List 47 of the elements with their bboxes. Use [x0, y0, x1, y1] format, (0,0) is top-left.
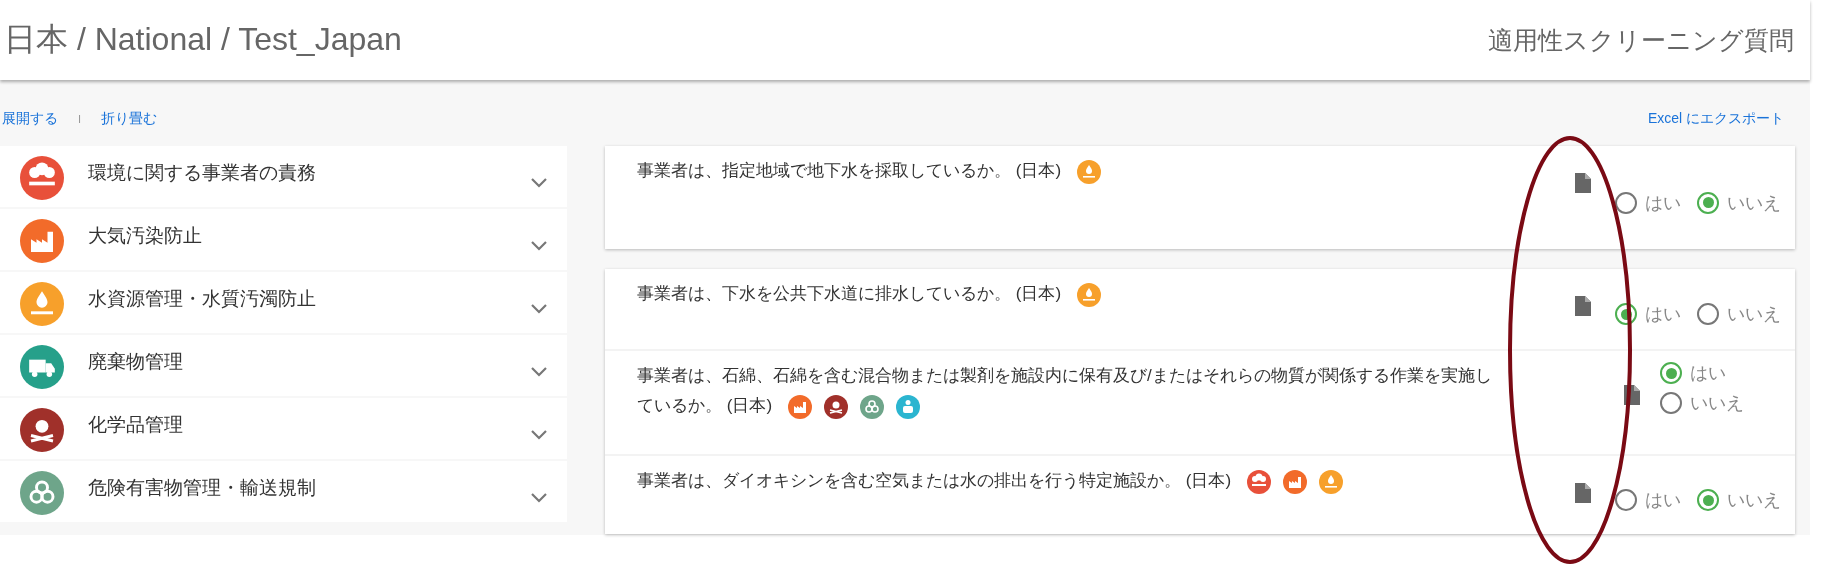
question-text: 事業者は、ダイオキシンを含む空気または水の排出を行う特定施設か。 (日本) [637, 471, 1232, 490]
chevron-icon[interactable] [531, 367, 547, 377]
radio-button[interactable] [1697, 489, 1719, 511]
category-item[interactable]: 環境に関する事業者の責務 [0, 146, 567, 207]
chevron-icon[interactable] [531, 493, 547, 503]
radio-option[interactable]: はい [1615, 279, 1681, 349]
category-label: 環境に関する事業者の責務 [88, 161, 317, 185]
radio-option[interactable]: いいえ [1697, 279, 1781, 349]
radio-option[interactable]: はい [1615, 466, 1681, 534]
question-text: 事業者は、下水を公共下水道に排水しているか。 (日本) [637, 284, 1062, 303]
radio-button[interactable] [1660, 392, 1682, 414]
category-label: 化学品管理 [88, 413, 184, 437]
chevron-icon[interactable] [531, 304, 547, 314]
category-label: 水資源管理・水質汚濁防止 [88, 287, 317, 311]
export-link[interactable]: Excel にエクスポート [1647, 110, 1784, 128]
radio-button[interactable] [1697, 303, 1719, 325]
expand-link[interactable]: 展開する [2, 110, 58, 128]
question-text: 事業者は、指定地域で地下水を採取しているか。 (日本) [637, 161, 1062, 180]
radio-option[interactable]: いいえ [1660, 391, 1775, 415]
radio-option[interactable]: はい [1615, 156, 1681, 249]
chevron-icon[interactable] [531, 241, 547, 251]
chevron-icon[interactable] [531, 430, 547, 440]
question-text: 事業者は、石綿、石綿を含む混合物または製剤を施設内に保有及び/またはそれらの物質が関係する作業を実施しているか。 (日本) [637, 366, 1492, 415]
breadcrumb: 日本 / National / Test_Japan [4, 20, 402, 59]
chevron-icon[interactable] [531, 178, 547, 188]
radio-button[interactable] [1615, 489, 1637, 511]
radio-button[interactable] [1615, 303, 1637, 325]
collapse-link[interactable]: 折り畳む [101, 110, 158, 128]
separator: I [78, 113, 82, 125]
category-label: 危険有害物管理・輸送規制 [88, 476, 317, 500]
category-item[interactable]: 危険有害物管理・輸送規制 [0, 461, 567, 522]
category-label: 廃棄物管理 [88, 350, 184, 374]
category-item[interactable]: 化学品管理 [0, 398, 567, 459]
category-item[interactable]: 大気汚染防止 [0, 209, 567, 270]
radio-option[interactable]: いいえ [1697, 466, 1781, 534]
document-icon[interactable] [1575, 173, 1591, 193]
radio-button[interactable] [1660, 362, 1682, 384]
radio-button[interactable] [1697, 191, 1719, 214]
document-icon[interactable] [1575, 483, 1591, 503]
page-title: 適用性スクリーニング質問 [1488, 24, 1794, 56]
category-item[interactable]: 廃棄物管理 [0, 335, 567, 396]
radio-button[interactable] [1615, 191, 1637, 214]
document-icon[interactable] [1575, 296, 1591, 316]
category-item[interactable]: 水資源管理・水質汚濁防止 [0, 272, 567, 333]
radio-option[interactable]: いいえ [1697, 156, 1781, 249]
category-label: 大気汚染防止 [88, 224, 203, 248]
radio-option[interactable]: はい [1660, 361, 1775, 385]
